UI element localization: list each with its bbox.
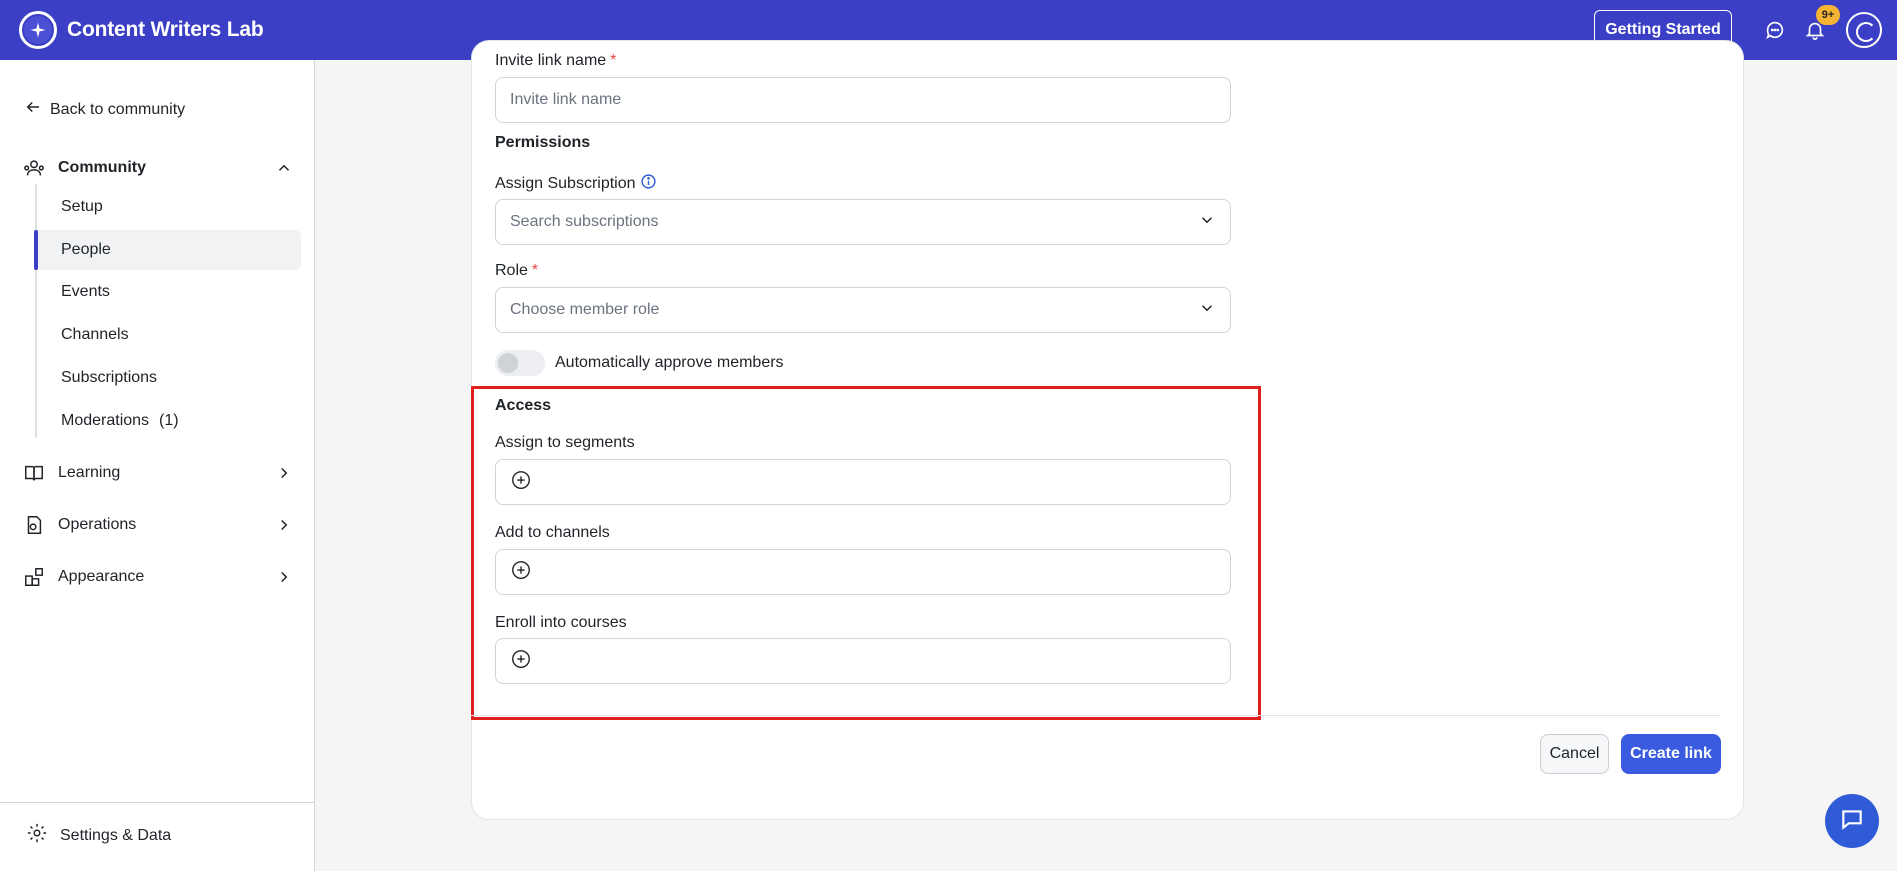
permissions-heading: Permissions (495, 134, 591, 151)
required-mark: * (610, 52, 617, 69)
sidebar-group-learning[interactable]: Learning (22, 461, 294, 485)
invite-link-name-input[interactable]: Invite link name (495, 77, 1231, 123)
sidebar-item-moderations[interactable]: Moderations (1) (35, 401, 301, 441)
chevron-right-icon[interactable] (274, 515, 294, 535)
sidebar-group-appearance[interactable]: Appearance (22, 565, 294, 589)
auto-approve-row: Automatically approve members (495, 350, 784, 376)
access-heading: Access (495, 397, 552, 414)
label-text: Assign to segments (495, 434, 635, 451)
sparkle-icon (24, 16, 52, 44)
auto-approve-toggle[interactable] (495, 350, 545, 376)
cancel-button[interactable]: Cancel (1540, 734, 1609, 774)
label-text: Invite link name (495, 52, 607, 69)
sidebar-group-label: Appearance (58, 568, 145, 585)
segments-label: Assign to segments (495, 434, 635, 452)
app-title: Content Writers Lab (67, 18, 264, 41)
role-label: Role * (495, 262, 538, 280)
sidebar-group-operations[interactable]: Operations (22, 513, 294, 537)
plus-circle-icon[interactable] (510, 648, 532, 675)
gear-icon (26, 822, 48, 849)
settings-label: Settings & Data (60, 826, 172, 844)
select-placeholder: Choose member role (510, 301, 660, 318)
select-placeholder: Search subscriptions (510, 213, 659, 230)
sidebar-item-setup[interactable]: Setup (35, 187, 301, 227)
sidebar-item-people[interactable]: People (34, 230, 301, 270)
assign-subscription-label: Assign Subscription (495, 173, 657, 195)
sidebar-item-label: Setup (61, 198, 103, 215)
divider (471, 715, 1721, 716)
chevron-up-icon[interactable] (274, 158, 294, 178)
invite-link-name-label: Invite link name * (495, 52, 616, 70)
info-icon[interactable] (640, 173, 657, 195)
channels-label: Add to channels (495, 524, 610, 542)
avatar[interactable] (1846, 12, 1882, 48)
courses-label: Enroll into courses (495, 614, 627, 632)
channels-input[interactable] (495, 549, 1231, 595)
segments-input[interactable] (495, 459, 1231, 505)
chevron-down-icon (1198, 299, 1216, 322)
settings-and-data-link[interactable]: Settings & Data (26, 822, 171, 849)
appearance-icon (22, 565, 46, 589)
sidebar-item-subscriptions[interactable]: Subscriptions (35, 358, 301, 398)
back-link-label: Back to community (50, 100, 186, 118)
sidebar: Back to community Community Setup People… (0, 60, 315, 871)
input-placeholder: Invite link name (510, 91, 622, 108)
label-text: Role (495, 262, 528, 279)
sidebar-item-label: Events (61, 283, 110, 300)
assign-subscription-select[interactable]: Search subscriptions (495, 199, 1231, 245)
sidebar-group-label: Community (58, 159, 146, 176)
courses-input[interactable] (495, 638, 1231, 684)
sidebar-item-label: People (61, 241, 111, 258)
chevron-right-icon[interactable] (274, 567, 294, 587)
notification-badge: 9+ (1816, 5, 1840, 25)
divider (0, 802, 315, 803)
sidebar-item-channels[interactable]: Channels (35, 315, 301, 355)
sidebar-item-events[interactable]: Events (35, 272, 301, 312)
community-icon (22, 156, 46, 180)
chevron-right-icon[interactable] (274, 463, 294, 483)
sidebar-item-label: Subscriptions (61, 369, 158, 386)
sidebar-item-label: Moderations (61, 412, 150, 429)
label-text: Enroll into courses (495, 614, 627, 631)
create-link-button[interactable]: Create link (1621, 734, 1721, 774)
app-logo[interactable] (19, 11, 57, 49)
chevron-down-icon (1198, 211, 1216, 234)
operations-icon (22, 513, 46, 537)
label-text: Assign Subscription (495, 175, 636, 192)
chat-bubble-icon (1839, 806, 1865, 837)
support-chat-button[interactable] (1825, 794, 1879, 848)
plus-circle-icon[interactable] (510, 469, 532, 496)
chat-icon[interactable] (1762, 17, 1788, 43)
arrow-left-icon (24, 98, 42, 121)
sidebar-group-community[interactable]: Community (22, 156, 294, 180)
back-to-community-link[interactable]: Back to community (24, 98, 185, 121)
sidebar-item-label: Channels (61, 326, 129, 343)
required-mark: * (531, 262, 539, 279)
sidebar-group-label: Operations (58, 516, 137, 533)
plus-circle-icon[interactable] (510, 559, 532, 586)
role-select[interactable]: Choose member role (495, 287, 1231, 333)
book-icon (22, 461, 46, 485)
label-text: Add to channels (495, 524, 610, 541)
sidebar-group-label: Learning (58, 464, 121, 481)
moderation-count: (1) (159, 412, 179, 429)
auto-approve-label: Automatically approve members (555, 354, 784, 371)
